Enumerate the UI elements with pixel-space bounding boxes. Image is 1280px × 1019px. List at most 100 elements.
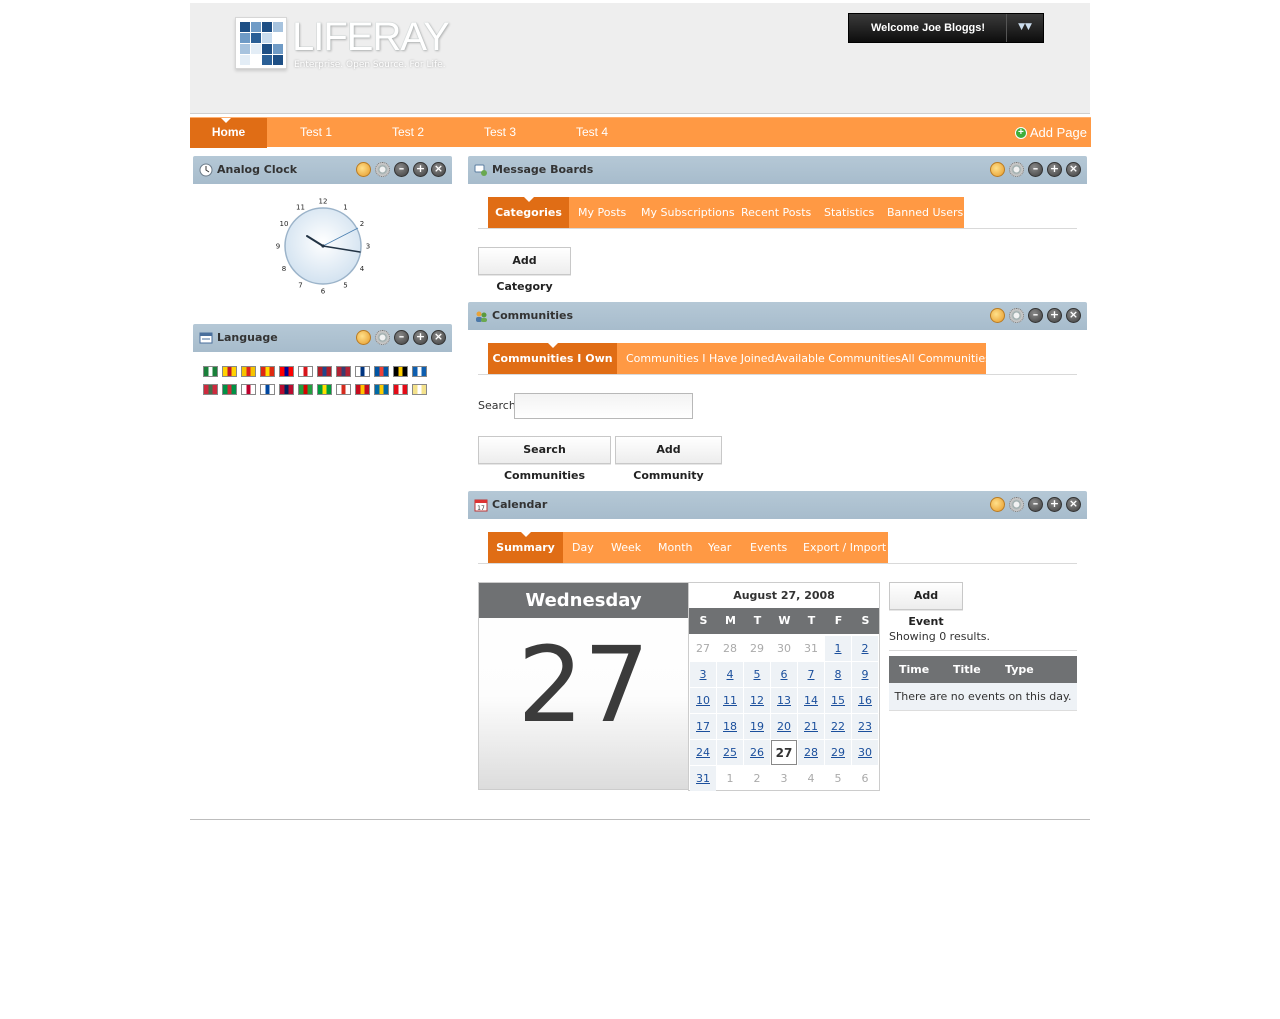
tab-year[interactable]: Year <box>708 532 731 564</box>
flag-nb-icon[interactable] <box>279 384 294 395</box>
flag-pt-icon[interactable] <box>317 384 332 395</box>
calendar-day-link[interactable]: 31 <box>690 766 716 791</box>
flag-sv-icon[interactable] <box>374 384 389 395</box>
flag-ko-icon[interactable] <box>260 384 275 395</box>
calendar-day-link[interactable]: 15 <box>825 688 851 713</box>
flag-nl-icon[interactable] <box>317 366 332 377</box>
flag-fa-icon[interactable] <box>298 384 313 395</box>
nav-tab-test-3[interactable]: Test 3 <box>468 118 532 148</box>
tab-statistics[interactable]: Statistics <box>824 197 874 229</box>
nav-tab-home[interactable]: Home <box>190 118 267 148</box>
flag-de-icon[interactable] <box>393 366 408 377</box>
look-and-feel-icon[interactable] <box>990 497 1005 512</box>
calendar-day-link[interactable]: 28 <box>798 740 824 765</box>
configuration-icon[interactable] <box>1009 162 1024 177</box>
calendar-portlet-title[interactable]: 17 Calendar – + × <box>468 491 1087 519</box>
calendar-day-link[interactable]: 27 <box>771 740 797 765</box>
tab-my-posts[interactable]: My Posts <box>578 197 626 229</box>
tab-all-communities[interactable]: All Communities <box>901 343 991 375</box>
flag-ru-icon[interactable] <box>336 384 351 395</box>
liferay-logo[interactable]: LIFERAY Enterprise. Open Source. For Lif… <box>235 15 465 97</box>
calendar-day-link[interactable]: 16 <box>852 688 878 713</box>
minimize-icon[interactable]: – <box>1028 162 1043 177</box>
dock-arrow-icon[interactable]: ▼▼ <box>1006 14 1043 42</box>
calendar-day-link[interactable]: 9 <box>852 662 878 687</box>
look-and-feel-icon[interactable] <box>356 330 371 345</box>
tab-my-subscriptions[interactable]: My Subscriptions <box>641 197 735 229</box>
close-icon[interactable]: × <box>431 330 446 345</box>
calendar-day-link[interactable]: 4 <box>717 662 743 687</box>
calendar-day-link[interactable]: 19 <box>744 714 770 739</box>
minimize-icon[interactable]: – <box>1028 497 1043 512</box>
calendar-day-link[interactable]: 6 <box>771 662 797 687</box>
column-type[interactable]: Type <box>1005 656 1034 683</box>
calendar-day-link[interactable]: 25 <box>717 740 743 765</box>
language-portlet-title[interactable]: Language – + × <box>193 324 452 352</box>
add-event-button[interactable]: Add Event <box>889 582 963 628</box>
minimize-icon[interactable]: – <box>394 330 409 345</box>
add-category-button[interactable]: Add Category <box>478 247 571 293</box>
flag-ca-es-icon[interactable] <box>241 366 256 377</box>
tab-events[interactable]: Events <box>750 532 787 564</box>
configuration-icon[interactable] <box>1009 308 1024 323</box>
maximize-icon[interactable]: + <box>413 330 428 345</box>
calendar-day-link[interactable]: 20 <box>771 714 797 739</box>
calendar-day-link[interactable]: 14 <box>798 688 824 713</box>
tab-export-import[interactable]: Export / Import <box>803 532 886 564</box>
minimize-icon[interactable]: – <box>394 162 409 177</box>
close-icon[interactable]: × <box>1066 497 1081 512</box>
flag-ja-icon[interactable] <box>241 384 256 395</box>
flag-it-icon[interactable] <box>222 384 237 395</box>
calendar-day-link[interactable]: 24 <box>690 740 716 765</box>
configuration-icon[interactable] <box>375 162 390 177</box>
tab-communities-i-have-joined[interactable]: Communities I Have Joined <box>626 343 774 375</box>
flag-hu-icon[interactable] <box>203 384 218 395</box>
calendar-day-link[interactable]: 26 <box>744 740 770 765</box>
add-page-button[interactable]: + Add Page <box>1014 118 1087 148</box>
column-time[interactable]: Time <box>899 656 929 683</box>
calendar-day-link[interactable]: 12 <box>744 688 770 713</box>
calendar-day-link[interactable]: 5 <box>744 662 770 687</box>
configuration-icon[interactable] <box>1009 497 1024 512</box>
flag-cs-icon[interactable] <box>298 366 313 377</box>
calendar-day-link[interactable]: 7 <box>798 662 824 687</box>
calendar-day-link[interactable]: 18 <box>717 714 743 739</box>
tab-categories[interactable]: Categories <box>488 197 569 229</box>
tab-month[interactable]: Month <box>658 532 692 564</box>
flag-vi-icon[interactable] <box>412 384 427 395</box>
tab-summary[interactable]: Summary <box>488 532 563 564</box>
close-icon[interactable]: × <box>1066 308 1081 323</box>
flag-ar-icon[interactable] <box>203 366 218 377</box>
tab-week[interactable]: Week <box>611 532 641 564</box>
flag-fi-icon[interactable] <box>355 366 370 377</box>
maximize-icon[interactable]: + <box>1047 308 1062 323</box>
analog-clock-portlet-title[interactable]: Analog Clock – + × <box>193 156 452 184</box>
message-boards-portlet-title[interactable]: Message Boards – + × <box>468 156 1087 184</box>
calendar-day-link[interactable]: 1 <box>825 636 851 661</box>
tab-banned-users[interactable]: Banned Users <box>887 197 963 229</box>
flag-tr-icon[interactable] <box>393 384 408 395</box>
maximize-icon[interactable]: + <box>1047 162 1062 177</box>
calendar-day-link[interactable]: 8 <box>825 662 851 687</box>
calendar-day-link[interactable]: 2 <box>852 636 878 661</box>
search-communities-input[interactable] <box>514 393 693 419</box>
tab-recent-posts[interactable]: Recent Posts <box>741 197 811 229</box>
nav-tab-test-2[interactable]: Test 2 <box>376 118 440 148</box>
close-icon[interactable]: × <box>431 162 446 177</box>
flag-zh-cn-icon[interactable] <box>260 366 275 377</box>
flag-zh-tw-icon[interactable] <box>279 366 294 377</box>
maximize-icon[interactable]: + <box>1047 497 1062 512</box>
maximize-icon[interactable]: + <box>413 162 428 177</box>
nav-tab-test-1[interactable]: Test 1 <box>284 118 348 148</box>
configuration-icon[interactable] <box>375 330 390 345</box>
minimize-icon[interactable]: – <box>1028 308 1043 323</box>
calendar-day-link[interactable]: 23 <box>852 714 878 739</box>
search-communities-button[interactable]: Search Communities <box>478 436 611 482</box>
communities-portlet-title[interactable]: Communities – + × <box>468 302 1087 330</box>
calendar-day-link[interactable]: 30 <box>852 740 878 765</box>
welcome-dock[interactable]: Welcome Joe Bloggs! ▼▼ <box>848 13 1044 43</box>
add-community-button[interactable]: Add Community <box>615 436 722 482</box>
tab-available-communities[interactable]: Available Communities <box>775 343 901 375</box>
flag-en-icon[interactable] <box>336 366 351 377</box>
calendar-day-link[interactable]: 11 <box>717 688 743 713</box>
